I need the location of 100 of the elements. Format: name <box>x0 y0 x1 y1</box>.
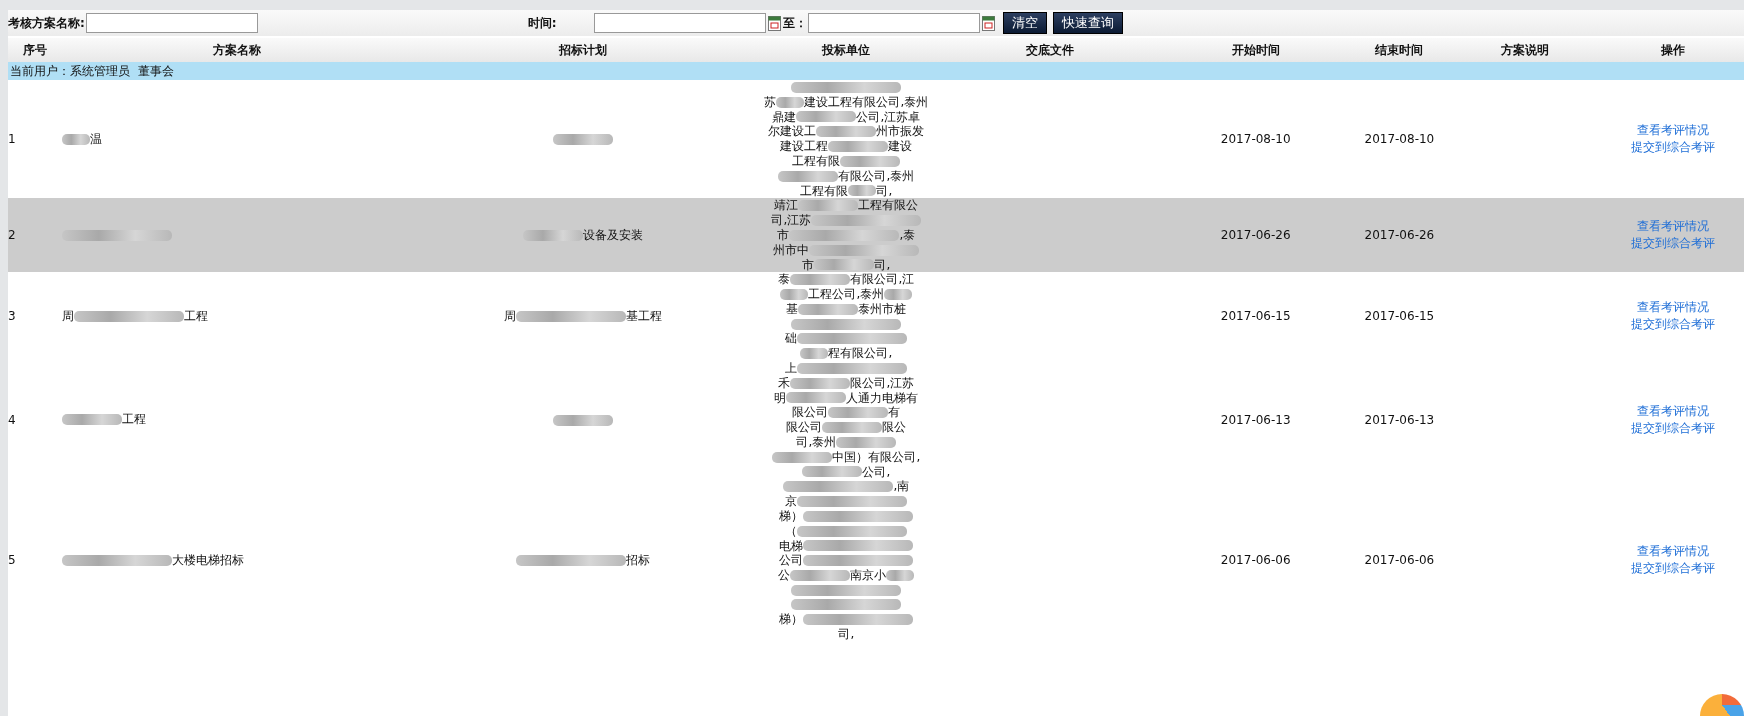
cell-text: 司, <box>838 626 855 642</box>
action-link[interactable]: 查看考评情况 <box>1637 402 1710 420</box>
clear-button[interactable]: 清空 <box>1002 12 1047 34</box>
action-link[interactable]: 提交到综合考评 <box>1631 139 1716 157</box>
redaction-blur <box>884 288 913 300</box>
action-link[interactable]: 提交到综合考评 <box>1631 235 1716 253</box>
cell-text: 工程 <box>184 307 209 325</box>
cell-text: 明 <box>774 390 787 406</box>
search-button[interactable]: 快速查询 <box>1052 12 1123 34</box>
action-link[interactable]: 提交到综合考评 <box>1631 316 1716 334</box>
redaction-blur <box>798 200 859 212</box>
cell-text: 础 <box>785 331 798 346</box>
column-header: 投标单位 <box>753 37 940 62</box>
action-link[interactable]: 查看考评情况 <box>1637 299 1710 317</box>
redaction-blur <box>776 96 805 108</box>
column-header: 招标计划 <box>411 37 754 62</box>
cell-text: 苏 <box>764 94 777 110</box>
redaction-blur <box>796 111 857 123</box>
cell-text: 公司 <box>779 553 804 568</box>
action-link[interactable]: 查看考评情况 <box>1637 218 1710 236</box>
user-label: 当前用户：系统管理员 <box>10 63 130 78</box>
cell-text: 尔建设工 <box>768 124 817 139</box>
cell-text: 工程有限 <box>800 183 849 199</box>
date-text: 2017-08-10 <box>1220 132 1291 147</box>
cell-text: 温 <box>90 130 103 148</box>
cell-text: 限公 <box>882 420 907 435</box>
column-header: 方案说明 <box>1447 37 1603 62</box>
cell-text: ,南 <box>893 479 910 494</box>
action-link[interactable]: 提交到综合考评 <box>1631 560 1716 578</box>
cell-text: 工程 <box>122 411 147 429</box>
cell-text: 建设工程 <box>780 139 829 154</box>
field-label: 至： <box>782 14 807 32</box>
cell-text: 电梯 <box>779 538 804 554</box>
redaction-blur <box>790 377 851 389</box>
redaction-blur <box>828 407 889 419</box>
cell-text: ,泰 <box>899 227 916 243</box>
redaction-blur <box>848 185 877 197</box>
row-number: 4 <box>8 360 63 480</box>
cell-text: 京 <box>785 494 798 509</box>
redaction-blur <box>552 414 613 426</box>
redaction-blur <box>772 451 833 463</box>
redaction-blur <box>840 155 901 167</box>
cell-text: 泰 <box>778 272 791 287</box>
redaction-blur <box>836 436 897 448</box>
date-field[interactable] <box>807 13 980 33</box>
cell-text: 梯） <box>779 508 804 524</box>
cell-text: 工程有限公 <box>858 198 919 213</box>
redaction-blur <box>802 466 863 478</box>
cell-text: 州市振发 <box>876 124 925 139</box>
cell-text: 市 <box>802 257 815 273</box>
cell-text: 大楼电梯招标 <box>172 551 245 569</box>
column-header: 结束时间 <box>1351 37 1448 62</box>
row-number: 3 <box>8 272 63 361</box>
date-text: 2017-06-15 <box>1220 309 1291 324</box>
calendar-icon[interactable] <box>767 15 781 31</box>
redaction-blur <box>778 170 839 182</box>
action-link[interactable]: 查看考评情况 <box>1637 122 1710 140</box>
row-number: 2 <box>8 198 63 273</box>
cell-text: 限公司 <box>792 405 829 420</box>
cell-text: 限公司,江苏 <box>850 375 915 391</box>
cell-text: （ <box>785 523 798 539</box>
cell-text: 泰州市桩 <box>858 301 907 317</box>
row-number: 5 <box>8 479 63 642</box>
cell-text: 有限公司,泰州 <box>838 168 915 184</box>
user-role: 董事会 <box>138 63 174 78</box>
column-header: 方案名称 <box>62 37 412 62</box>
cell-text: 司,江苏 <box>771 213 812 228</box>
redaction-blur <box>828 141 889 152</box>
cell-text: 南京小 <box>850 568 887 583</box>
cell-text: 有 <box>888 405 901 420</box>
redaction-blur <box>786 392 847 404</box>
redaction-blur <box>800 347 829 359</box>
redaction-blur <box>822 421 883 433</box>
date-field[interactable] <box>593 13 766 33</box>
field-label: 考核方案名称: <box>8 14 85 32</box>
redaction-blur <box>522 229 583 241</box>
cell-text: 司, <box>876 183 893 199</box>
cell-text: 限公司 <box>786 420 823 435</box>
date-text: 2017-06-06 <box>1364 553 1435 568</box>
action-link[interactable]: 查看考评情况 <box>1637 543 1710 561</box>
cell-text: 周 <box>62 307 75 325</box>
cell-text: 周 <box>503 307 516 325</box>
cell-text: 基 <box>786 301 799 317</box>
date-text: 2017-08-10 <box>1364 132 1435 147</box>
date-text: 2017-06-26 <box>1220 228 1291 243</box>
action-link[interactable]: 提交到综合考评 <box>1631 419 1716 437</box>
cell-text: 有限公司,江 <box>850 272 915 287</box>
redaction-blur <box>790 569 851 581</box>
calendar-icon[interactable] <box>981 15 995 31</box>
cell-text: 公司,江苏卓 <box>856 109 921 125</box>
date-text: 2017-06-13 <box>1364 412 1435 427</box>
cell-text: 州市中 <box>773 242 810 258</box>
redaction-blur <box>790 274 851 286</box>
cell-text: 公司, <box>862 464 891 480</box>
cell-text: 上 <box>785 360 798 376</box>
column-header: 交底文件 <box>939 37 1161 62</box>
input-field[interactable] <box>85 13 258 33</box>
date-text: 2017-06-06 <box>1220 553 1291 568</box>
redaction-blur <box>62 414 123 426</box>
cell-text: 建设工程有限公司,泰州 <box>804 94 929 110</box>
